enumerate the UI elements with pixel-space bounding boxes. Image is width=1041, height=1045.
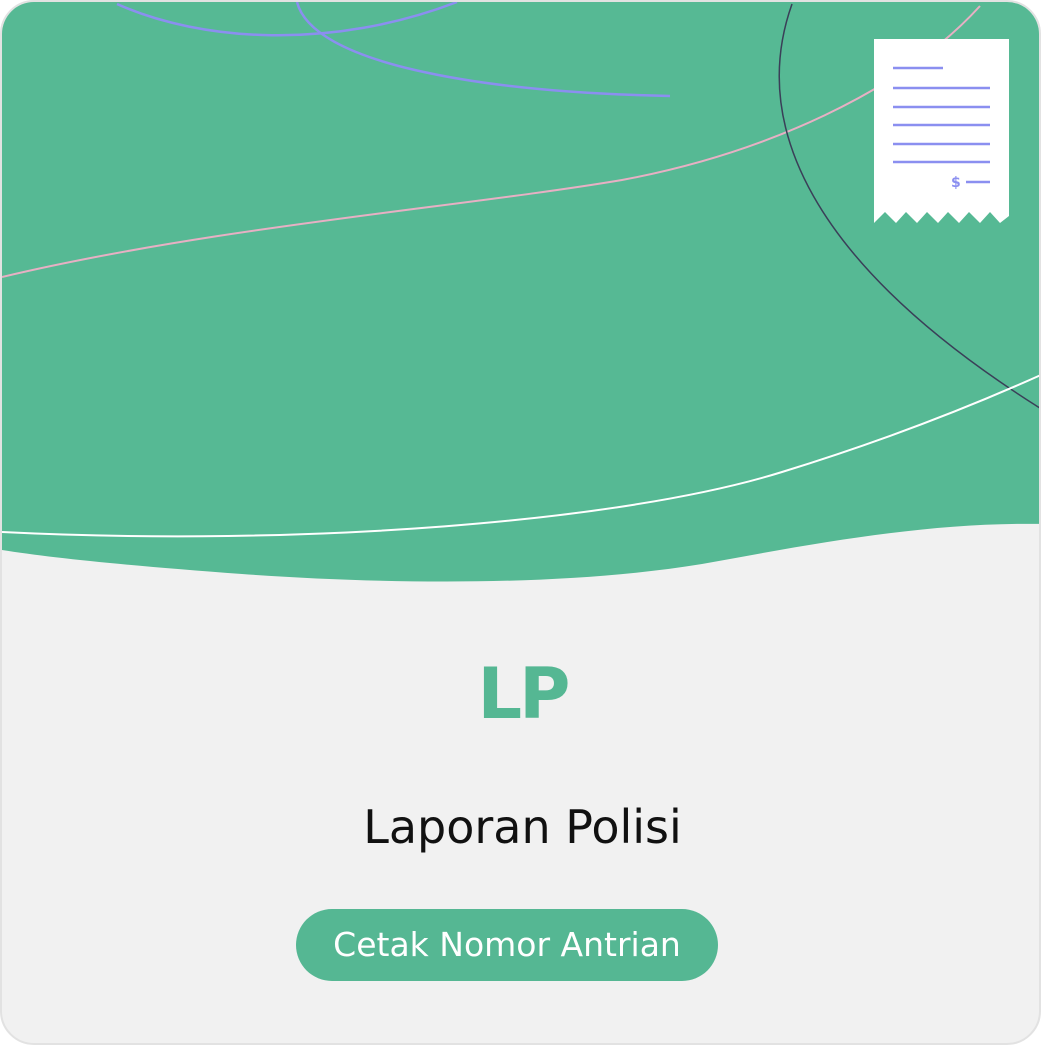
receipt-icon: $ — [874, 39, 1009, 223]
queue-card[interactable]: $ LP Laporan Polisi Cetak Nomor Antrian — [0, 0, 1041, 1045]
service-code: LP — [477, 653, 571, 735]
print-queue-number-button[interactable]: Cetak Nomor Antrian — [296, 909, 718, 981]
header-decoration: $ — [2, 2, 1039, 582]
service-name: Laporan Polisi — [363, 800, 682, 854]
receipt-dollar-sign: $ — [951, 175, 961, 191]
